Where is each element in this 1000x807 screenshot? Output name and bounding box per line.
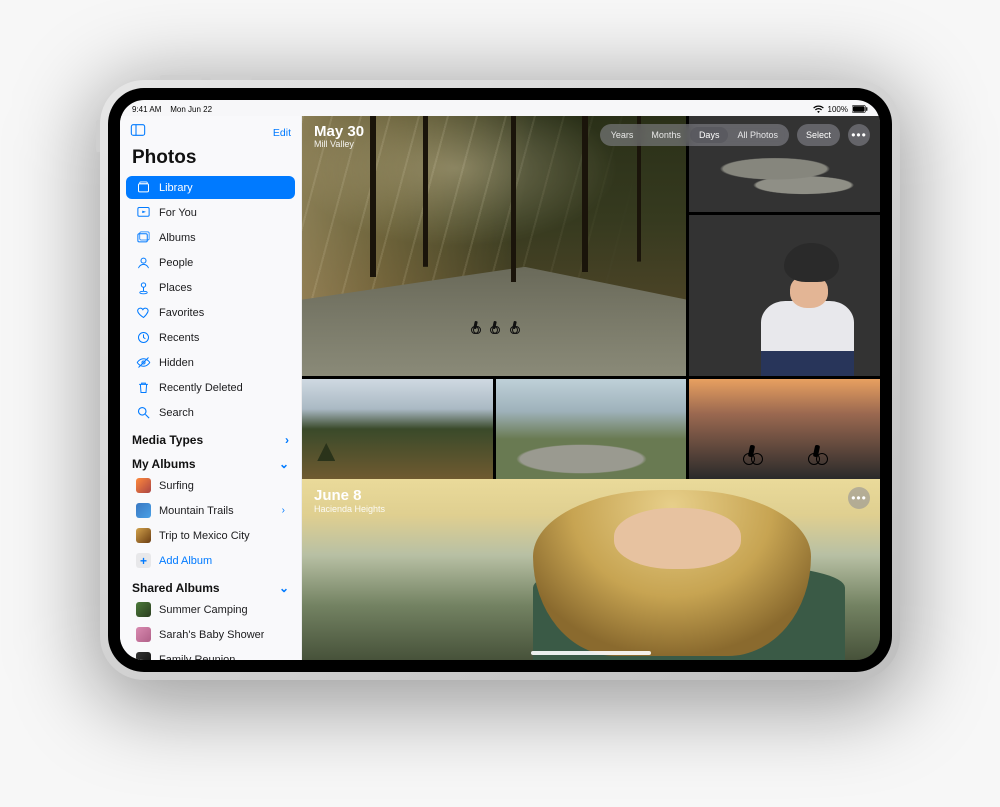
wifi-icon (813, 105, 824, 113)
sidebar-item-label: People (159, 257, 193, 269)
photo-tile[interactable] (689, 379, 880, 479)
sidebar-item-albums[interactable]: Albums (126, 226, 295, 249)
seg-years[interactable]: Years (602, 127, 643, 143)
album-label: Surfing (159, 480, 194, 492)
photo-tile[interactable] (302, 379, 493, 479)
sidebar-item-label: Albums (159, 232, 196, 244)
section-title: Shared Albums (132, 581, 220, 595)
photo-library-content[interactable]: May 30 Mill Valley Years Months Days All… (302, 116, 880, 660)
places-icon (136, 280, 151, 295)
ellipsis-icon: ••• (851, 491, 867, 505)
album-thumbnail (136, 627, 151, 642)
sidebar-item-places[interactable]: Places (126, 276, 295, 299)
more-button[interactable]: ••• (848, 124, 870, 146)
section-date: June 8 (314, 487, 385, 504)
search-icon (136, 405, 151, 420)
shared-album-summer-camping[interactable]: Summer Camping (126, 598, 295, 621)
section-title: Media Types (132, 433, 203, 447)
sidebar-item-label: Favorites (159, 307, 204, 319)
album-item-surfing[interactable]: Surfing (126, 474, 295, 497)
section-shared-albums[interactable]: Shared Albums ⌄ (120, 573, 301, 597)
chevron-down-icon: ⌄ (279, 457, 289, 471)
sidebar-item-recently-deleted[interactable]: Recently Deleted (126, 376, 295, 399)
sidebar-item-favorites[interactable]: Favorites (126, 301, 295, 324)
edit-button[interactable]: Edit (273, 127, 291, 139)
album-item-trip-to-mexico-city[interactable]: Trip to Mexico City (126, 524, 295, 547)
heart-icon (136, 305, 151, 320)
section-date-header: May 30 Mill Valley (314, 124, 364, 149)
ellipsis-icon: ••• (851, 128, 867, 142)
album-thumbnail (136, 478, 151, 493)
sidebar-item-for-you[interactable]: For You (126, 201, 295, 224)
view-segmented-control: Years Months Days All Photos (600, 124, 789, 146)
album-item-mountain-trails[interactable]: Mountain Trails › (126, 499, 295, 522)
album-thumbnail (136, 652, 151, 660)
chevron-down-icon: ⌄ (279, 581, 289, 595)
battery-icon (852, 105, 868, 113)
album-label: Family Reunion (159, 654, 235, 661)
sidebar-item-hidden[interactable]: Hidden (126, 351, 295, 374)
album-thumbnail (136, 528, 151, 543)
more-button[interactable]: ••• (848, 487, 870, 509)
sidebar-item-people[interactable]: People (126, 251, 295, 274)
album-thumbnail (136, 503, 151, 518)
album-label: Mountain Trails (159, 505, 234, 517)
sidebar-item-label: Hidden (159, 357, 194, 369)
album-thumbnail (136, 602, 151, 617)
add-album-button[interactable]: + Add Album (126, 549, 295, 572)
people-icon (136, 255, 151, 270)
album-label: Summer Camping (159, 604, 248, 616)
sidebar-item-label: For You (159, 207, 197, 219)
photo-tile[interactable] (496, 379, 687, 479)
section-date-header: June 8 Hacienda Heights (314, 487, 385, 514)
status-battery: 100% (828, 105, 848, 114)
sidebar-item-label: Search (159, 407, 194, 419)
sidebar-item-library[interactable]: Library (126, 176, 295, 199)
app-title: Photos (120, 145, 301, 175)
plus-icon: + (136, 553, 151, 568)
seg-all-photos[interactable]: All Photos (728, 127, 787, 143)
trash-icon (136, 380, 151, 395)
album-label: Trip to Mexico City (159, 530, 250, 542)
foryou-icon (136, 205, 151, 220)
seg-months[interactable]: Months (642, 127, 690, 143)
section-location: Mill Valley (314, 139, 364, 149)
chevron-right-icon: › (282, 505, 285, 516)
ipad-device: 9:41 AM Mon Jun 22 100% Edit (100, 80, 900, 680)
section-media-types[interactable]: Media Types › (120, 425, 301, 449)
sidebar-item-label: Recently Deleted (159, 382, 243, 394)
shared-album-sarahs-baby-shower[interactable]: Sarah's Baby Shower (126, 623, 295, 646)
eye-hidden-icon (136, 355, 151, 370)
photo-tile[interactable] (302, 116, 686, 376)
section-title: My Albums (132, 457, 196, 471)
chevron-right-icon: › (285, 433, 289, 447)
sidebar-item-label: Places (159, 282, 192, 294)
sidebar-item-search[interactable]: Search (126, 401, 295, 424)
status-time: 9:41 AM (132, 105, 161, 114)
seg-days[interactable]: Days (690, 127, 729, 143)
section-my-albums[interactable]: My Albums ⌄ (120, 449, 301, 473)
photo-tile[interactable] (302, 479, 880, 660)
sidebar-toggle-icon[interactable] (130, 122, 146, 143)
clock-icon (136, 330, 151, 345)
section-date: May 30 (314, 124, 364, 139)
add-album-label: Add Album (159, 555, 212, 567)
shared-album-family-reunion[interactable]: Family Reunion (126, 648, 295, 660)
section-location: Hacienda Heights (314, 504, 385, 514)
select-button[interactable]: Select (797, 124, 840, 146)
sidebar-item-recents[interactable]: Recents (126, 326, 295, 349)
sidebar-item-label: Library (159, 182, 193, 194)
status-bar: 9:41 AM Mon Jun 22 100% (120, 100, 880, 116)
photo-tile[interactable] (689, 215, 880, 376)
sidebar: Edit Photos Library For You Album (120, 116, 302, 660)
library-icon (136, 180, 151, 195)
album-label: Sarah's Baby Shower (159, 629, 264, 641)
sidebar-item-label: Recents (159, 332, 199, 344)
home-indicator[interactable] (531, 651, 651, 655)
albums-icon (136, 230, 151, 245)
status-date: Mon Jun 22 (170, 105, 212, 114)
